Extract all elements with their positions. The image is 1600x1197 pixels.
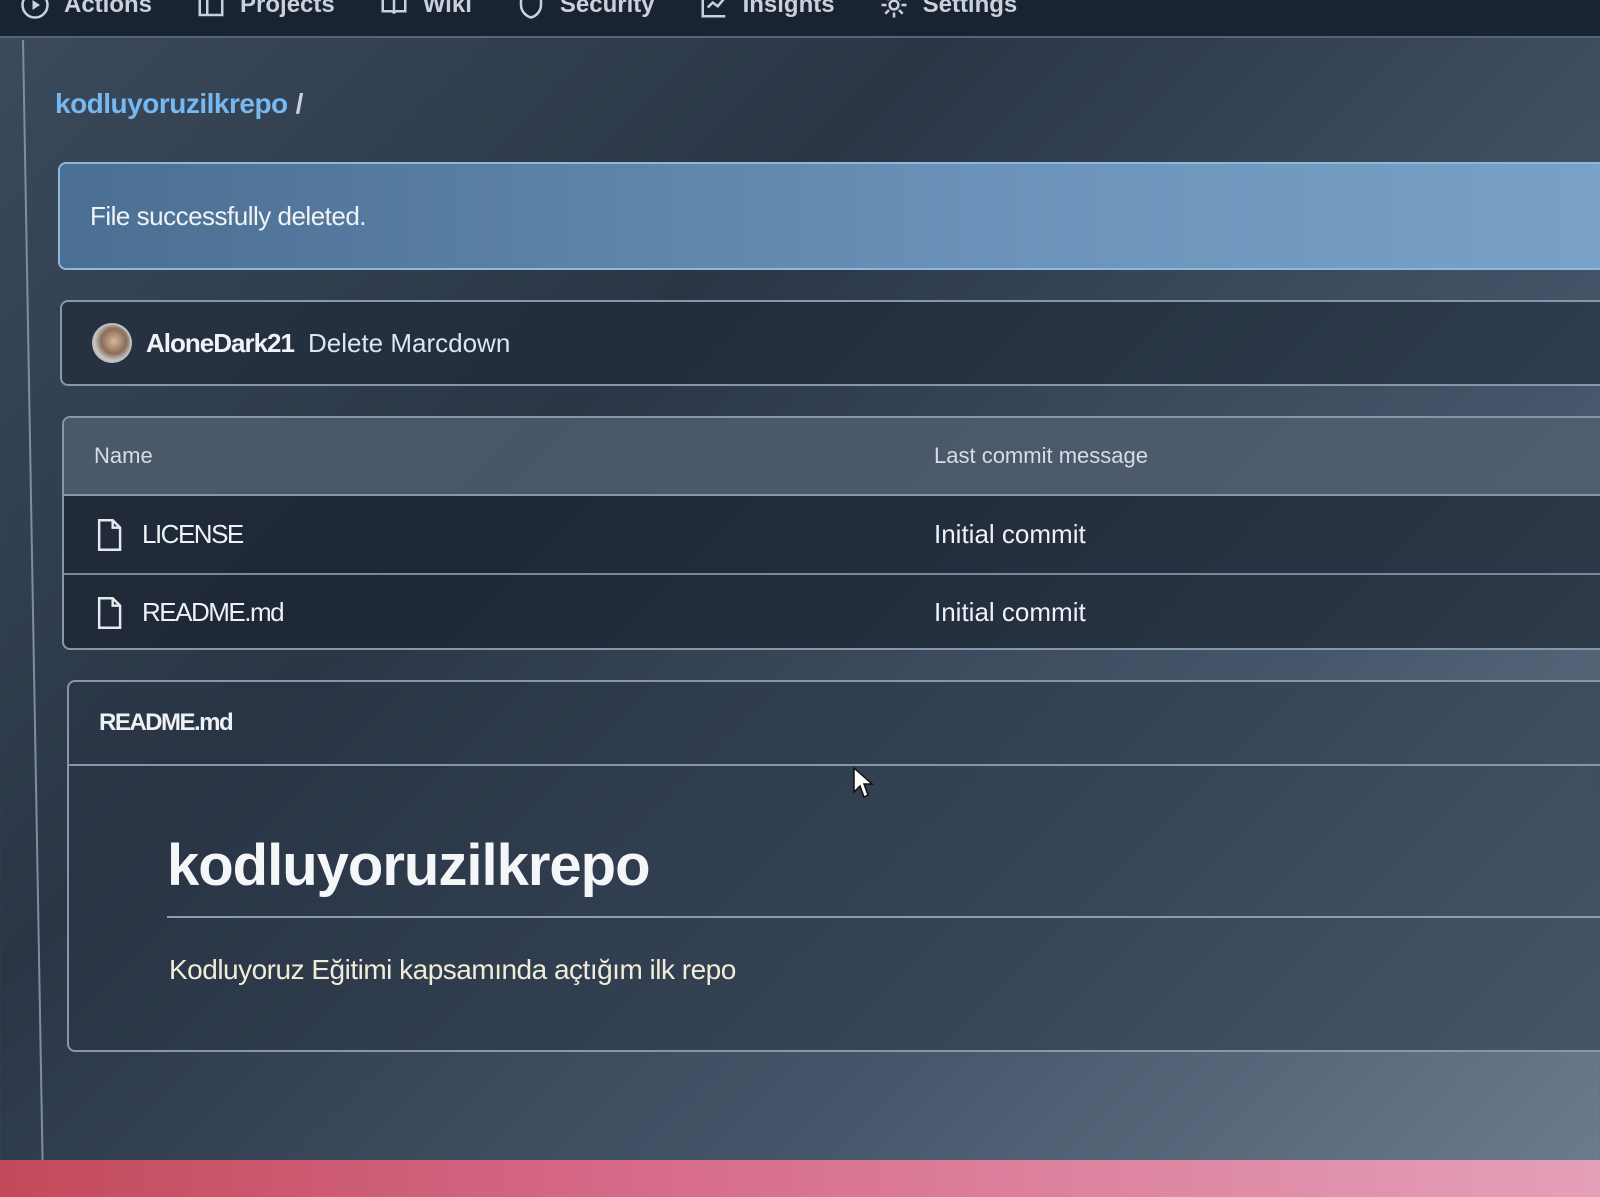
flash-text: File successfully deleted. <box>90 200 367 231</box>
nav-tab-settings[interactable]: Settings <box>879 0 1018 20</box>
column-header-last-commit: Last commit message <box>934 443 1148 468</box>
nav-tab-wiki[interactable]: Wiki <box>379 0 472 20</box>
file-link-license[interactable]: LICENSE <box>142 519 244 550</box>
readme-panel: README.md kodluyoruzilkrepo Kodluyoruz E… <box>67 680 1600 1052</box>
readme-divider <box>167 916 1600 918</box>
commit-message-link[interactable]: Delete Marcdown <box>308 328 510 359</box>
nav-tab-security[interactable]: Security <box>516 0 655 20</box>
commit-author-link[interactable]: AloneDark21 <box>146 328 295 359</box>
mouse-cursor-icon <box>853 766 874 799</box>
readme-filename: README.md <box>99 709 234 736</box>
table-icon <box>198 0 224 17</box>
breadcrumb-repo-link[interactable]: kodluyoruzilkrepo <box>55 88 288 119</box>
nav-tab-label: Actions <box>64 0 153 18</box>
breadcrumb: kodluyoruzilkrepo / <box>55 88 303 120</box>
book-icon <box>381 0 407 14</box>
shield-icon <box>519 0 543 19</box>
readme-title: kodluyoruzilkrepo <box>167 833 651 898</box>
left-divider <box>22 39 44 1180</box>
table-row: LICENSE Initial commit <box>64 496 1600 573</box>
readme-description: Kodluyoruz Eğitimi kapsamında açtığım il… <box>169 954 736 985</box>
file-table: Name Last commit message LICENSE Initial… <box>62 416 1600 650</box>
nav-tab-label: Wiki <box>422 0 472 18</box>
nav-tab-insights[interactable]: Insights <box>699 0 835 20</box>
play-circle-icon <box>21 0 49 19</box>
gear-icon <box>881 0 907 18</box>
latest-commit-box: AloneDark21 Delete Marcdown <box>60 300 1600 386</box>
flash-message: File successfully deleted. <box>58 162 1600 270</box>
nav-tab-projects[interactable]: Projects <box>196 0 335 20</box>
nav-tab-label: Settings <box>922 0 1018 18</box>
file-icon <box>94 596 124 629</box>
file-commit-message-link[interactable]: Initial commit <box>934 597 1086 627</box>
graph-icon <box>701 0 725 18</box>
repo-nav-bar: Actions Projects Wiki Security Insights … <box>0 0 1600 38</box>
nav-tab-label: Insights <box>742 0 835 18</box>
table-row: README.md Initial commit <box>64 573 1600 648</box>
nav-tab-actions[interactable]: Actions <box>20 0 152 20</box>
readme-header: README.md <box>69 682 1600 766</box>
monitor-bezel-strip <box>0 1160 1600 1197</box>
nav-tab-label: Security <box>559 0 655 18</box>
avatar[interactable] <box>92 323 132 363</box>
nav-tab-label: Projects <box>240 0 335 18</box>
breadcrumb-separator: / <box>295 88 304 119</box>
file-link-readme[interactable]: README.md <box>142 597 285 628</box>
file-commit-message-link[interactable]: Initial commit <box>934 519 1086 549</box>
column-header-name: Name <box>94 443 153 468</box>
file-icon <box>94 518 124 551</box>
file-table-header: Name Last commit message <box>64 418 1600 496</box>
